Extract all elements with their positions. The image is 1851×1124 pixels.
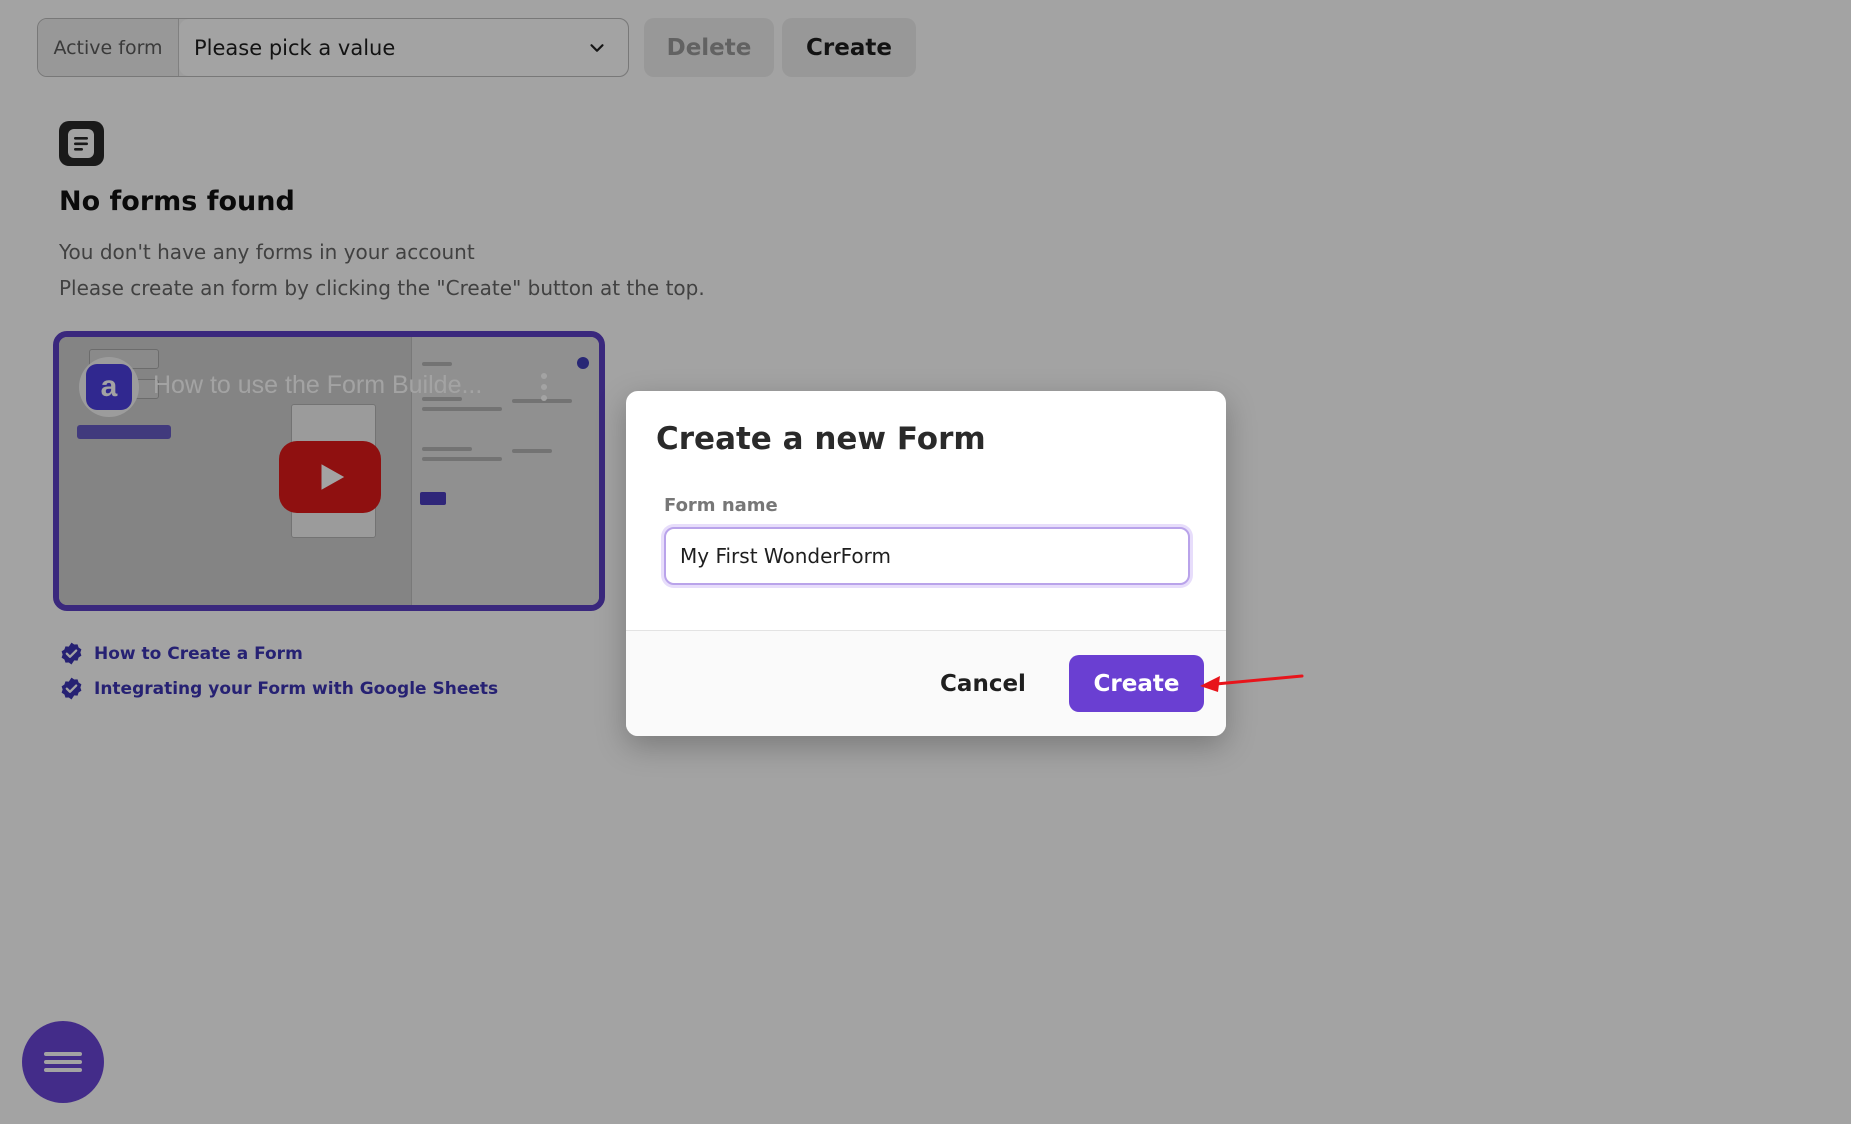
dialog-footer: Cancel Create [626,630,1226,736]
cancel-button[interactable]: Cancel [926,657,1040,711]
form-name-input[interactable] [664,527,1190,585]
confirm-create-button[interactable]: Create [1069,655,1204,712]
annotation-arrow-icon [1200,674,1304,692]
create-form-dialog: Create a new Form Form name Cancel Creat… [626,391,1226,736]
dialog-title: Create a new Form [656,421,986,457]
form-name-label: Form name [664,495,778,516]
